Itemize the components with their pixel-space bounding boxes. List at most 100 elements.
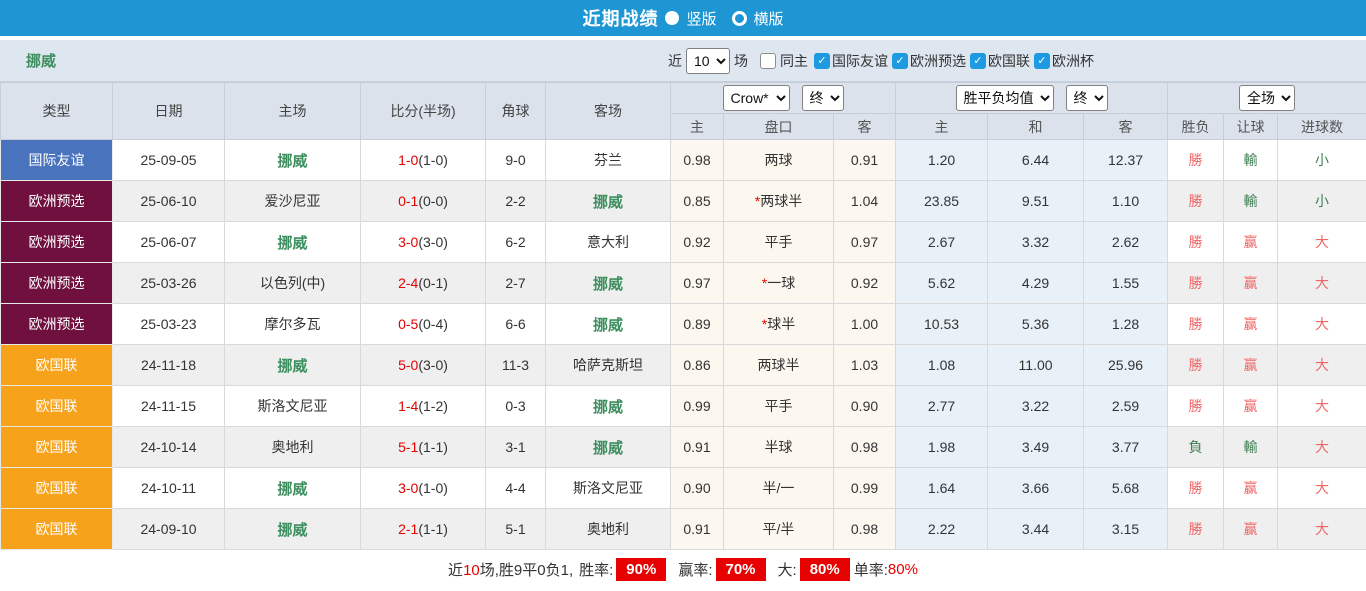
- cell-away: 意大利: [546, 222, 671, 263]
- cell-away: 挪威: [546, 263, 671, 304]
- cell-mean-home: 2.22: [896, 509, 988, 550]
- cell-score: 3-0(1-0): [361, 468, 486, 509]
- checkbox-eurocup[interactable]: ✓: [1034, 53, 1050, 69]
- mean-type-select[interactable]: 胜平负均值: [956, 85, 1054, 111]
- cell-result-handicap: 赢: [1224, 345, 1278, 386]
- same-home-checkbox[interactable]: [760, 53, 776, 69]
- cell-mean-home: 1.08: [896, 345, 988, 386]
- summary-text: 近10场,胜9平0负1,: [448, 559, 573, 580]
- cell-corners: 3-1: [486, 427, 546, 468]
- cell-score: 2-4(0-1): [361, 263, 486, 304]
- cell-date: 24-11-18: [113, 345, 225, 386]
- odds-group-header: Crow* 终: [671, 83, 896, 114]
- checkbox-friendly[interactable]: ✓: [814, 53, 830, 69]
- cell-type: 欧国联: [1, 468, 113, 509]
- cell-home: 挪威: [225, 468, 361, 509]
- mean-time-select[interactable]: 终: [1066, 85, 1108, 111]
- cell-result-goals: 大: [1278, 304, 1366, 345]
- win-rate-badge: 90%: [616, 558, 666, 581]
- cell-mean-away: 25.96: [1084, 345, 1168, 386]
- cell-type: 欧洲预选: [1, 181, 113, 222]
- cell-result-wdl: 勝: [1168, 263, 1224, 304]
- radio-vertical-label[interactable]: 竖版: [686, 8, 716, 29]
- cell-mean-away: 3.15: [1084, 509, 1168, 550]
- checkbox-label-nations: 欧国联: [988, 51, 1030, 71]
- cell-mean-home: 2.77: [896, 386, 988, 427]
- cell-mean-away: 1.28: [1084, 304, 1168, 345]
- cell-type: 欧国联: [1, 427, 113, 468]
- header-home: 主场: [225, 83, 361, 140]
- odds-time-select[interactable]: 终: [802, 85, 844, 111]
- cell-odds-home: 0.97: [671, 263, 724, 304]
- cell-type: 欧国联: [1, 386, 113, 427]
- cell-odds-home: 0.86: [671, 345, 724, 386]
- radio-horizontal[interactable]: [732, 11, 747, 26]
- cell-mean-home: 23.85: [896, 181, 988, 222]
- cell-odds-home: 0.92: [671, 222, 724, 263]
- cell-mean-draw: 3.49: [988, 427, 1084, 468]
- cell-home: 斯洛文尼亚: [225, 386, 361, 427]
- cell-odds-home: 0.91: [671, 509, 724, 550]
- bookmaker-select[interactable]: Crow*: [723, 85, 790, 111]
- cell-away: 挪威: [546, 181, 671, 222]
- cell-mean-draw: 3.32: [988, 222, 1084, 263]
- cell-score: 5-0(3-0): [361, 345, 486, 386]
- cell-handicap: 平手: [724, 222, 834, 263]
- cell-mean-home: 5.62: [896, 263, 988, 304]
- cell-mean-home: 2.67: [896, 222, 988, 263]
- cell-corners: 11-3: [486, 345, 546, 386]
- cell-odds-away: 0.98: [834, 509, 896, 550]
- cell-odds-away: 0.91: [834, 140, 896, 181]
- cell-result-goals: 小: [1278, 181, 1366, 222]
- scope-select[interactable]: 全场: [1239, 85, 1295, 111]
- cell-away: 斯洛文尼亚: [546, 468, 671, 509]
- cell-odds-home: 0.91: [671, 427, 724, 468]
- summary-bar: 近10场,胜9平0负1, 胜率: 90% 赢率: 70% 大: 80% 单率: …: [0, 550, 1366, 588]
- cell-handicap: 半/一: [724, 468, 834, 509]
- cell-result-goals: 小: [1278, 140, 1366, 181]
- checkbox-qualifier[interactable]: ✓: [892, 53, 908, 69]
- cell-home: 挪威: [225, 140, 361, 181]
- cell-mean-home: 1.20: [896, 140, 988, 181]
- match-count-select[interactable]: 10: [686, 48, 730, 74]
- subheader-mean-away: 客: [1084, 114, 1168, 140]
- radio-horizontal-label[interactable]: 横版: [754, 8, 784, 29]
- cell-mean-draw: 3.66: [988, 468, 1084, 509]
- cell-home: 挪威: [225, 345, 361, 386]
- win-rate-label: 胜率:: [579, 559, 613, 580]
- cell-result-wdl: 勝: [1168, 222, 1224, 263]
- cell-corners: 2-2: [486, 181, 546, 222]
- recent-results-table: 类型 日期 主场 比分(半场) 角球 客场 Crow* 终 胜平负均值 终 全场: [0, 82, 1366, 550]
- cell-result-handicap: 輸: [1224, 181, 1278, 222]
- cell-handicap: 平/半: [724, 509, 834, 550]
- cell-score: 3-0(3-0): [361, 222, 486, 263]
- cell-result-handicap: 赢: [1224, 222, 1278, 263]
- table-row: 欧洲预选25-06-07挪威3-0(3-0)6-2意大利0.92平手0.972.…: [1, 222, 1366, 263]
- table-row: 欧洲预选25-03-26以色列(中)2-4(0-1)2-7挪威0.97*一球0.…: [1, 263, 1366, 304]
- cell-mean-away: 3.77: [1084, 427, 1168, 468]
- cell-away: 哈萨克斯坦: [546, 345, 671, 386]
- filter-bar: 挪威 近 10 场 同主 ✓国际友谊✓欧洲预选✓欧国联✓欧洲杯: [0, 40, 1366, 82]
- subheader-result-handicap: 让球: [1224, 114, 1278, 140]
- radio-vertical-selected[interactable]: [665, 11, 679, 25]
- subheader-mean-home: 主: [896, 114, 988, 140]
- cell-result-handicap: 赢: [1224, 304, 1278, 345]
- cell-handicap: 两球: [724, 140, 834, 181]
- cell-date: 24-09-10: [113, 509, 225, 550]
- cell-home: 挪威: [225, 509, 361, 550]
- big-rate-badge: 80%: [800, 558, 850, 581]
- table-row: 欧洲预选25-03-23摩尔多瓦0-5(0-4)6-6挪威0.89*球半1.00…: [1, 304, 1366, 345]
- result-group-header: 全场: [1168, 83, 1366, 114]
- cell-odds-home: 0.90: [671, 468, 724, 509]
- cell-odds-home: 0.85: [671, 181, 724, 222]
- cell-odds-away: 0.97: [834, 222, 896, 263]
- cell-type: 欧洲预选: [1, 304, 113, 345]
- cell-score: 2-1(1-1): [361, 509, 486, 550]
- cell-mean-draw: 9.51: [988, 181, 1084, 222]
- cell-mean-home: 1.98: [896, 427, 988, 468]
- table-row: 欧国联24-11-18挪威5-0(3-0)11-3哈萨克斯坦0.86两球半1.0…: [1, 345, 1366, 386]
- cell-type: 欧洲预选: [1, 222, 113, 263]
- cell-type: 欧国联: [1, 509, 113, 550]
- checkbox-nations[interactable]: ✓: [970, 53, 986, 69]
- ying-rate-label: 赢率:: [678, 559, 712, 580]
